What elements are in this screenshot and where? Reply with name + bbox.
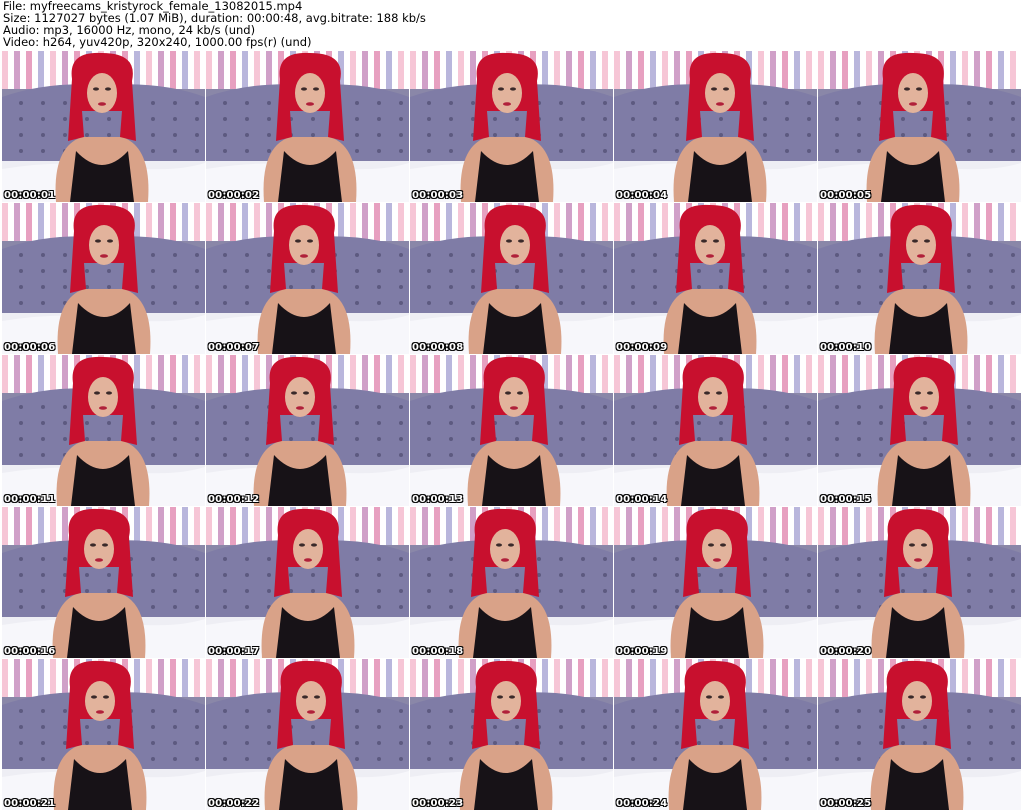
frame-image bbox=[614, 507, 817, 658]
frame-timestamp: 00:00:17 bbox=[208, 646, 260, 657]
frame-image bbox=[614, 203, 817, 354]
video-frame-thumbnail: 00:00:14 bbox=[614, 355, 817, 506]
frame-timestamp: 00:00:23 bbox=[412, 798, 464, 809]
frame-image bbox=[2, 203, 205, 354]
frame-timestamp: 00:00:14 bbox=[616, 494, 668, 505]
video-frame-thumbnail: 00:00:11 bbox=[2, 355, 205, 506]
frame-timestamp: 00:00:04 bbox=[616, 190, 668, 201]
video-frame-thumbnail: 00:00:19 bbox=[614, 507, 817, 658]
video-frame-thumbnail: 00:00:18 bbox=[410, 507, 613, 658]
video-frame-thumbnail: 00:00:20 bbox=[818, 507, 1021, 658]
frame-timestamp: 00:00:18 bbox=[412, 646, 464, 657]
video-frame-thumbnail: 00:00:09 bbox=[614, 203, 817, 354]
frame-image bbox=[818, 355, 1021, 506]
frame-timestamp: 00:00:12 bbox=[208, 494, 260, 505]
frame-image bbox=[410, 355, 613, 506]
frame-timestamp: 00:00:22 bbox=[208, 798, 260, 809]
video-frame-thumbnail: 00:00:24 bbox=[614, 659, 817, 810]
frame-image bbox=[2, 355, 205, 506]
frame-image bbox=[410, 203, 613, 354]
frame-timestamp: 00:00:03 bbox=[412, 190, 464, 201]
video-frame-thumbnail: 00:00:03 bbox=[410, 51, 613, 202]
video-frame-thumbnail: 00:00:22 bbox=[206, 659, 409, 810]
video-frame-thumbnail: 00:00:04 bbox=[614, 51, 817, 202]
frame-timestamp: 00:00:02 bbox=[208, 190, 260, 201]
frame-timestamp: 00:00:16 bbox=[4, 646, 56, 657]
frame-timestamp: 00:00:11 bbox=[4, 494, 56, 505]
frame-image bbox=[410, 507, 613, 658]
frame-timestamp: 00:00:09 bbox=[616, 342, 668, 353]
frame-image bbox=[2, 51, 205, 202]
video-frame-thumbnail: 00:00:21 bbox=[2, 659, 205, 810]
frame-image bbox=[206, 507, 409, 658]
video-frame-thumbnail: 00:00:02 bbox=[206, 51, 409, 202]
frame-timestamp: 00:00:10 bbox=[820, 342, 872, 353]
video-frame-thumbnail: 00:00:15 bbox=[818, 355, 1021, 506]
frame-timestamp: 00:00:15 bbox=[820, 494, 872, 505]
frame-image bbox=[2, 659, 205, 810]
video-frame-thumbnail: 00:00:13 bbox=[410, 355, 613, 506]
frame-image bbox=[206, 659, 409, 810]
frame-image bbox=[614, 355, 817, 506]
frame-image bbox=[206, 355, 409, 506]
frame-timestamp: 00:00:20 bbox=[820, 646, 872, 657]
frame-timestamp: 00:00:07 bbox=[208, 342, 260, 353]
frame-image bbox=[206, 203, 409, 354]
video-frame-thumbnail: 00:00:08 bbox=[410, 203, 613, 354]
video-frame-thumbnail: 00:00:25 bbox=[818, 659, 1021, 810]
frame-timestamp: 00:00:25 bbox=[820, 798, 872, 809]
frame-timestamp: 00:00:06 bbox=[4, 342, 56, 353]
frame-timestamp: 00:00:19 bbox=[616, 646, 668, 657]
frame-timestamp: 00:00:13 bbox=[412, 494, 464, 505]
frame-image bbox=[206, 51, 409, 202]
frame-timestamp: 00:00:21 bbox=[4, 798, 56, 809]
frame-image bbox=[818, 203, 1021, 354]
video-frame-thumbnail: 00:00:17 bbox=[206, 507, 409, 658]
frame-image bbox=[614, 659, 817, 810]
frame-timestamp: 00:00:01 bbox=[4, 190, 56, 201]
video-frame-thumbnail: 00:00:06 bbox=[2, 203, 205, 354]
video-frame-thumbnail: 00:00:23 bbox=[410, 659, 613, 810]
video-frame-thumbnail: 00:00:12 bbox=[206, 355, 409, 506]
video-info-line: Video: h264, yuv420p, 320x240, 1000.00 f… bbox=[3, 35, 312, 49]
frame-timestamp: 00:00:05 bbox=[820, 190, 872, 201]
frame-image bbox=[410, 51, 613, 202]
frame-image bbox=[2, 507, 205, 658]
video-info-header: File: myfreecams_kristyrock_female_13082… bbox=[3, 0, 1021, 50]
video-frame-thumbnail: 00:00:07 bbox=[206, 203, 409, 354]
thumbnail-grid: 00:00:01 00:00:02 00:00:03 00:00:04 00:00:05… bbox=[2, 51, 1021, 810]
video-frame-thumbnail: 00:00:01 bbox=[2, 51, 205, 202]
frame-timestamp: 00:00:24 bbox=[616, 798, 668, 809]
frame-image bbox=[818, 51, 1021, 202]
frame-image bbox=[818, 659, 1021, 810]
frame-timestamp: 00:00:08 bbox=[412, 342, 464, 353]
video-frame-thumbnail: 00:00:05 bbox=[818, 51, 1021, 202]
frame-image bbox=[410, 659, 613, 810]
video-frame-thumbnail: 00:00:16 bbox=[2, 507, 205, 658]
frame-image bbox=[818, 507, 1021, 658]
frame-image bbox=[614, 51, 817, 202]
video-frame-thumbnail: 00:00:10 bbox=[818, 203, 1021, 354]
